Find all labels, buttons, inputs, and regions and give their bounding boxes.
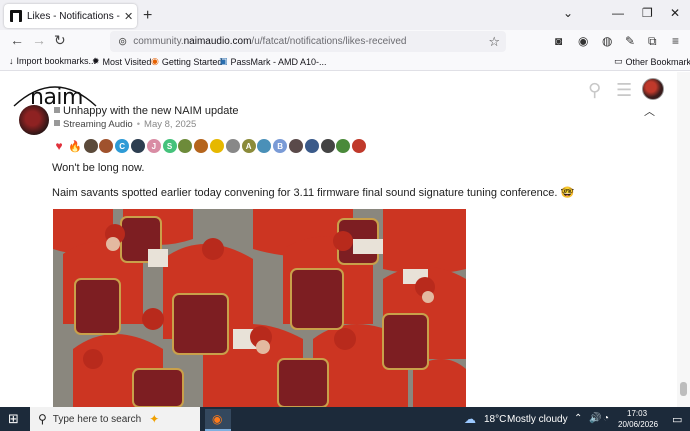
network-icon[interactable]: ◔ [603, 413, 609, 424]
extensions-icon[interactable]: ⧉ [648, 34, 657, 49]
bookmark-getting-started[interactable]: ◉ Getting Started [151, 56, 222, 67]
browser-nav-bar: ← → ↻ ⊚ community.naimaudio.com/u/fatcat… [0, 30, 690, 53]
liker-avatar[interactable] [194, 139, 209, 153]
hamburger-menu-icon[interactable]: ☰ [616, 80, 632, 101]
liker-avatar[interactable] [83, 139, 98, 153]
collapse-chevron-icon[interactable]: ︿ [644, 103, 655, 119]
weather-cloud-icon: ☁ [464, 412, 476, 426]
browser-tab-active[interactable]: Likes - Notifications - Fatcat - N ✕ [4, 4, 137, 28]
clock-date[interactable]: 20/06/2026 [618, 420, 658, 429]
bookmark-label: Most Visited [102, 56, 152, 67]
list-all-tabs-chevron-icon[interactable]: ⌄ [563, 6, 573, 20]
naim-favicon-icon [10, 10, 22, 22]
topic-title[interactable]: Unhappy with the new NAIM update [54, 105, 239, 117]
scrollbar-thumb[interactable] [680, 382, 687, 396]
post-paragraph: Naim savants spotted earlier today conve… [52, 187, 575, 199]
other-bookmarks[interactable]: ▭ Other Bookmarks [614, 56, 690, 67]
folder-icon: ▭ [614, 56, 623, 66]
minimize-window-icon[interactable]: — [612, 6, 624, 20]
liker-avatar[interactable]: B [273, 139, 288, 153]
brush-icon[interactable]: ✎ [625, 34, 635, 48]
address-bar[interactable]: ⊚ community.naimaudio.com/u/fatcat/notif… [110, 31, 506, 52]
like-heart-icon: ♥ [55, 139, 63, 153]
close-window-icon[interactable]: ✕ [670, 6, 680, 20]
bookmark-import[interactable]: ↓ Import bookmarks... [9, 56, 96, 66]
close-tab-icon[interactable]: ✕ [124, 10, 133, 23]
bookmark-label: PassMark - AMD A10-... [230, 56, 327, 67]
url-text[interactable]: community.naimaudio.com/u/fatcat/notific… [133, 36, 406, 47]
tab-title: Likes - Notifications - Fatcat - N [27, 10, 122, 22]
liker-avatar[interactable] [225, 139, 240, 153]
liker-avatar[interactable]: J [146, 139, 161, 153]
user-avatar[interactable] [642, 78, 664, 100]
bookmark-star-icon[interactable]: ☆ [488, 34, 500, 50]
search-icon: ⚲ [38, 412, 47, 426]
topic-status-icon [54, 107, 60, 113]
post-image-cardinals[interactable] [53, 209, 466, 407]
windows-start-icon[interactable]: ⊞ [8, 411, 19, 427]
tray-chevron-icon[interactable]: ⌃ [574, 413, 582, 424]
back-arrow-icon[interactable]: ← [10, 32, 24, 48]
passmark-icon: ▣ [219, 56, 228, 66]
menu-icon[interactable]: ≡ [672, 34, 679, 48]
post-paragraph: Won't be long now. [52, 162, 145, 174]
reload-icon[interactable]: ↻ [54, 32, 66, 49]
gear-icon: ✹ [92, 56, 100, 66]
liker-avatar[interactable] [257, 139, 272, 153]
bookmarks-toolbar: ↓ Import bookmarks... ✹ Most Visited ◉ G… [0, 53, 690, 71]
extension-badge-icon[interactable]: ◍ [602, 34, 612, 48]
weather-temp[interactable]: 18°C [484, 414, 506, 425]
volume-icon[interactable]: 🔊 [589, 413, 601, 424]
weather-text[interactable]: Mostly cloudy [507, 414, 568, 425]
liker-avatar[interactable] [320, 139, 335, 153]
topic-meta: Streaming Audio • May 8, 2025 [54, 119, 196, 130]
bookmark-passmark[interactable]: ▣ PassMark - AMD A10-... [219, 56, 327, 67]
liker-avatar[interactable]: A [241, 139, 256, 153]
post-date: May 8, 2025 [144, 119, 197, 130]
author-avatar[interactable] [19, 105, 49, 135]
liker-avatar[interactable]: 🔥 [68, 139, 82, 153]
firefox-icon: ◉ [212, 412, 223, 426]
bookmark-label: Import bookmarks... [16, 56, 97, 66]
import-icon: ↓ [9, 56, 14, 66]
pocket-icon[interactable]: ◙ [555, 34, 562, 48]
liker-avatar[interactable] [336, 139, 351, 153]
taskbar-firefox[interactable]: ◉ [205, 409, 231, 431]
search-highlight-icon: ✦ [149, 412, 160, 426]
search-placeholder: Type here to search [52, 413, 142, 425]
liker-avatar[interactable] [99, 139, 114, 153]
category-badge-icon [54, 120, 60, 126]
clock-time[interactable]: 17:03 [627, 409, 647, 418]
liker-avatar[interactable]: C [115, 139, 130, 153]
firefox-icon: ◉ [151, 56, 159, 66]
windows-taskbar: ⊞ ⚲ Type here to search ✦ ◉ ☁ 18°C Mostl… [0, 407, 690, 431]
bookmark-most-visited[interactable]: ✹ Most Visited [92, 56, 151, 67]
new-tab-plus-icon[interactable]: + [143, 7, 152, 25]
notifications-icon[interactable]: ▭ [672, 413, 682, 426]
search-icon[interactable]: ⚲ [588, 80, 601, 101]
other-bookmarks-label: Other Bookmarks [625, 56, 690, 67]
account-icon[interactable]: ◉ [578, 34, 588, 48]
liker-avatar[interactable]: S [162, 139, 177, 153]
liker-avatar[interactable] [289, 139, 303, 153]
page-content: naim ⚲ ☰ Unhappy with the new NAIM updat… [0, 72, 676, 407]
restore-window-icon[interactable]: ❐ [642, 6, 653, 20]
category-link[interactable]: Streaming Audio [63, 119, 133, 130]
page-scrollbar[interactable] [677, 72, 690, 407]
site-info-icon[interactable]: ⊚ [118, 35, 127, 48]
taskbar-search-box[interactable]: ⚲ Type here to search ✦ [30, 407, 200, 431]
liker-avatar[interactable] [304, 139, 319, 153]
bookmark-label: Getting Started [161, 56, 223, 67]
forward-arrow-icon[interactable]: → [32, 32, 46, 48]
liker-avatar[interactable] [178, 139, 193, 153]
liker-avatar[interactable] [210, 139, 224, 153]
liker-avatar[interactable] [352, 139, 367, 153]
liker-avatar[interactable] [131, 139, 145, 153]
browser-tab-bar: Likes - Notifications - Fatcat - N ✕ + ⌄… [0, 0, 690, 30]
